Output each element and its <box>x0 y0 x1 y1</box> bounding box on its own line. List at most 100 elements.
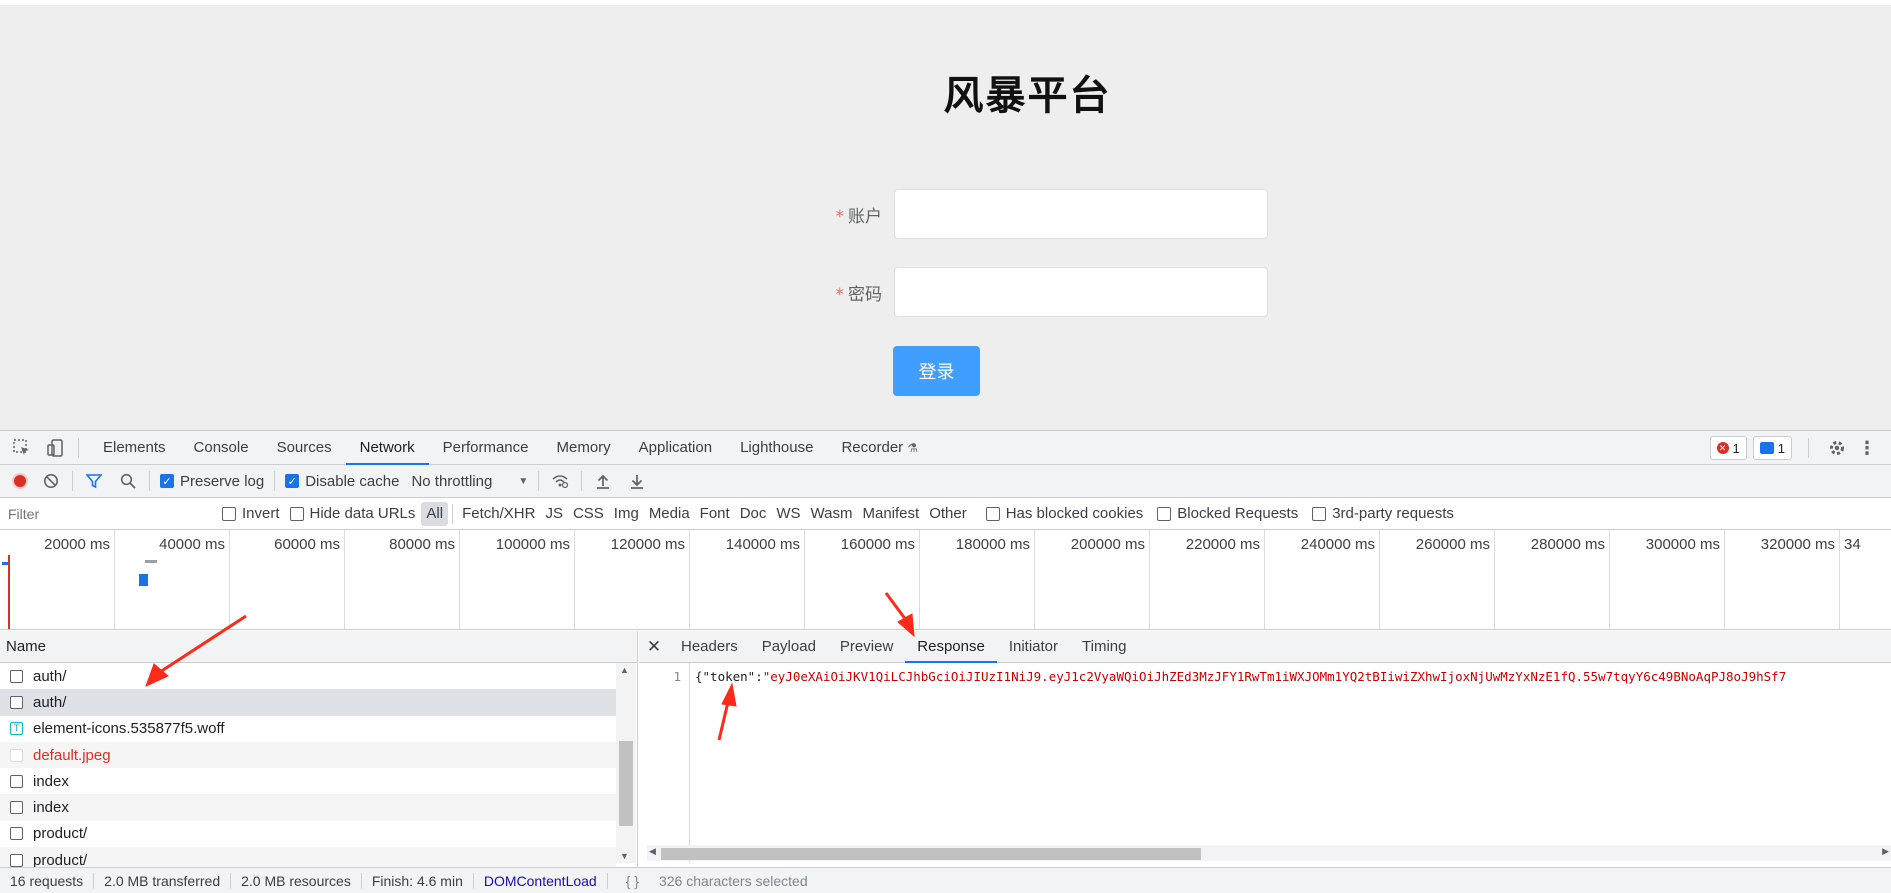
export-har-icon[interactable] <box>626 470 648 492</box>
more-vert-icon[interactable]: ⋮ <box>1855 436 1879 460</box>
filter-input[interactable] <box>4 502 212 525</box>
throttling-select[interactable]: No throttling ▼ <box>411 473 528 490</box>
network-toolbar: ✓ Preserve log ✓ Disable cache No throttli… <box>0 465 1891 498</box>
tab-recorder[interactable]: Recorder ⚗ <box>827 431 932 465</box>
tab-elements[interactable]: Elements <box>89 431 180 465</box>
type-filter-img[interactable]: Img <box>609 502 644 526</box>
status-transferred: 2.0 MB transferred <box>94 872 232 889</box>
request-name: index <box>33 772 69 790</box>
document-icon <box>10 853 23 867</box>
error-badge[interactable]: ✕ 1 <box>1709 436 1747 460</box>
type-filter-wasm[interactable]: Wasm <box>806 502 858 526</box>
hide-data-urls-checkbox[interactable]: Hide data URLs <box>289 505 415 522</box>
network-status-bar: 16 requests 2.0 MB transferred 2.0 MB re… <box>0 867 1891 893</box>
message-badge[interactable]: 1 <box>1752 436 1792 460</box>
request-row-auth-1[interactable]: auth/ <box>0 663 616 689</box>
request-row-index-1[interactable]: index <box>0 768 616 794</box>
type-filter-fetch-xhr[interactable]: Fetch/XHR <box>457 502 540 526</box>
third-party-checkbox[interactable]: 3rd-party requests <box>1312 505 1454 522</box>
scroll-left-icon[interactable]: ◀ <box>649 846 656 857</box>
scroll-down-icon[interactable]: ▼ <box>620 851 629 861</box>
status-domcontentloaded[interactable]: DOMContentLoad <box>474 872 608 889</box>
document-icon <box>10 827 23 841</box>
preserve-log-label: Preserve log <box>180 472 265 490</box>
inspect-element-icon[interactable] <box>10 436 34 460</box>
search-icon[interactable] <box>117 470 139 492</box>
disable-cache-checkbox[interactable]: ✓ Disable cache <box>285 473 399 490</box>
filter-icon[interactable] <box>83 470 105 492</box>
response-line[interactable]: {"token":"eyJ0eXAiOiJKV1QiLCJhbGciOiJIUz… <box>695 669 1786 684</box>
tab-initiator[interactable]: Initiator <box>997 631 1070 663</box>
scroll-up-icon[interactable]: ▲ <box>620 665 629 675</box>
status-requests: 16 requests <box>0 872 95 889</box>
image-file-icon <box>10 748 23 762</box>
tab-payload[interactable]: Payload <box>750 631 828 663</box>
timeline-tick: 34 <box>1844 536 1861 553</box>
scrollbar-thumb[interactable] <box>661 848 1201 860</box>
device-toolbar-icon[interactable] <box>44 436 68 460</box>
request-row-auth-2[interactable]: auth/ <box>0 689 616 716</box>
request-row-index-2[interactable]: index <box>0 794 616 821</box>
gear-icon[interactable] <box>1825 436 1849 460</box>
tab-console[interactable]: Console <box>180 431 263 465</box>
name-column-header[interactable]: Name <box>0 631 637 663</box>
password-input[interactable] <box>894 267 1268 317</box>
required-mark: * <box>835 206 845 227</box>
braces-icon[interactable]: { } <box>616 873 649 889</box>
token-value: "eyJ0eXAiOiJKV1QiLCJhbGciOiJIUzI1NiJ9.ey… <box>762 669 1787 684</box>
type-filter-manifest[interactable]: Manifest <box>858 502 925 526</box>
clear-icon[interactable] <box>40 470 62 492</box>
scrollbar-thumb[interactable] <box>619 741 633 826</box>
type-filter-css[interactable]: CSS <box>568 502 609 526</box>
font-file-icon: T <box>10 722 23 736</box>
import-har-icon[interactable] <box>592 470 614 492</box>
request-name: auth/ <box>33 667 67 685</box>
tab-memory[interactable]: Memory <box>543 431 625 465</box>
blocked-cookies-checkbox[interactable]: Has blocked cookies <box>985 505 1143 522</box>
account-input[interactable] <box>894 189 1268 239</box>
type-filter-ws[interactable]: WS <box>771 502 805 526</box>
tab-timing[interactable]: Timing <box>1070 631 1138 663</box>
tab-application[interactable]: Application <box>625 431 726 465</box>
type-filter-font[interactable]: Font <box>695 502 735 526</box>
tab-headers[interactable]: Headers <box>669 631 750 663</box>
request-row-product-1[interactable]: product/ <box>0 821 616 847</box>
network-conditions-icon[interactable] <box>549 470 571 492</box>
type-filter-other[interactable]: Other <box>924 502 972 526</box>
tab-sources[interactable]: Sources <box>263 431 346 465</box>
response-body[interactable]: 1 {"token":"eyJ0eXAiOiJKV1QiLCJhbGciOiJI… <box>639 663 1891 863</box>
type-filter-js[interactable]: JS <box>540 502 568 526</box>
request-row-element-icons[interactable]: Telement-icons.535877f5.woff <box>0 716 616 742</box>
password-row: * 密码 <box>820 267 1268 317</box>
divider <box>452 503 454 524</box>
timeline-tick: 300000 ms <box>1610 530 1725 629</box>
invert-checkbox[interactable]: Invert <box>222 505 280 522</box>
tab-preview[interactable]: Preview <box>828 631 905 663</box>
third-party-label: 3rd-party requests <box>1332 505 1454 522</box>
tab-response[interactable]: Response <box>905 631 997 663</box>
network-overview-timeline[interactable]: 20000 ms 40000 ms 60000 ms 80000 ms 100000 m… <box>0 530 1891 630</box>
response-hscrollbar[interactable]: ◀ ▶ <box>647 845 1891 861</box>
close-icon[interactable]: ✕ <box>639 637 669 657</box>
login-button[interactable]: 登录 <box>893 346 980 396</box>
status-finish: Finish: 4.6 min <box>362 872 474 889</box>
blocked-requests-checkbox[interactable]: Blocked Requests <box>1157 505 1298 522</box>
tab-network[interactable]: Network <box>345 431 429 465</box>
checkmark-icon: ✓ <box>160 474 174 488</box>
tab-lighthouse[interactable]: Lighthouse <box>726 431 827 465</box>
type-filter-media[interactable]: Media <box>644 502 695 526</box>
json-key: {"token": <box>695 669 763 684</box>
filter-bar: Invert Hide data URLs All Fetch/XHR JS C… <box>0 498 1891 530</box>
divider <box>1808 438 1809 458</box>
timeline-tick: 280000 ms <box>1495 530 1610 629</box>
line-number: 1 <box>639 663 690 863</box>
type-filter-all[interactable]: All <box>421 501 449 526</box>
request-row-default-jpeg[interactable]: default.jpeg <box>0 741 616 769</box>
tab-performance[interactable]: Performance <box>429 431 543 465</box>
record-icon[interactable] <box>12 473 28 489</box>
scroll-right-icon[interactable]: ▶ <box>1882 846 1889 857</box>
type-filter-doc[interactable]: Doc <box>735 502 772 526</box>
timeline-tick: 80000 ms <box>345 530 460 629</box>
request-list-scrollbar[interactable]: ▲ ▼ <box>616 663 636 863</box>
preserve-log-checkbox[interactable]: ✓ Preserve log <box>160 473 264 490</box>
